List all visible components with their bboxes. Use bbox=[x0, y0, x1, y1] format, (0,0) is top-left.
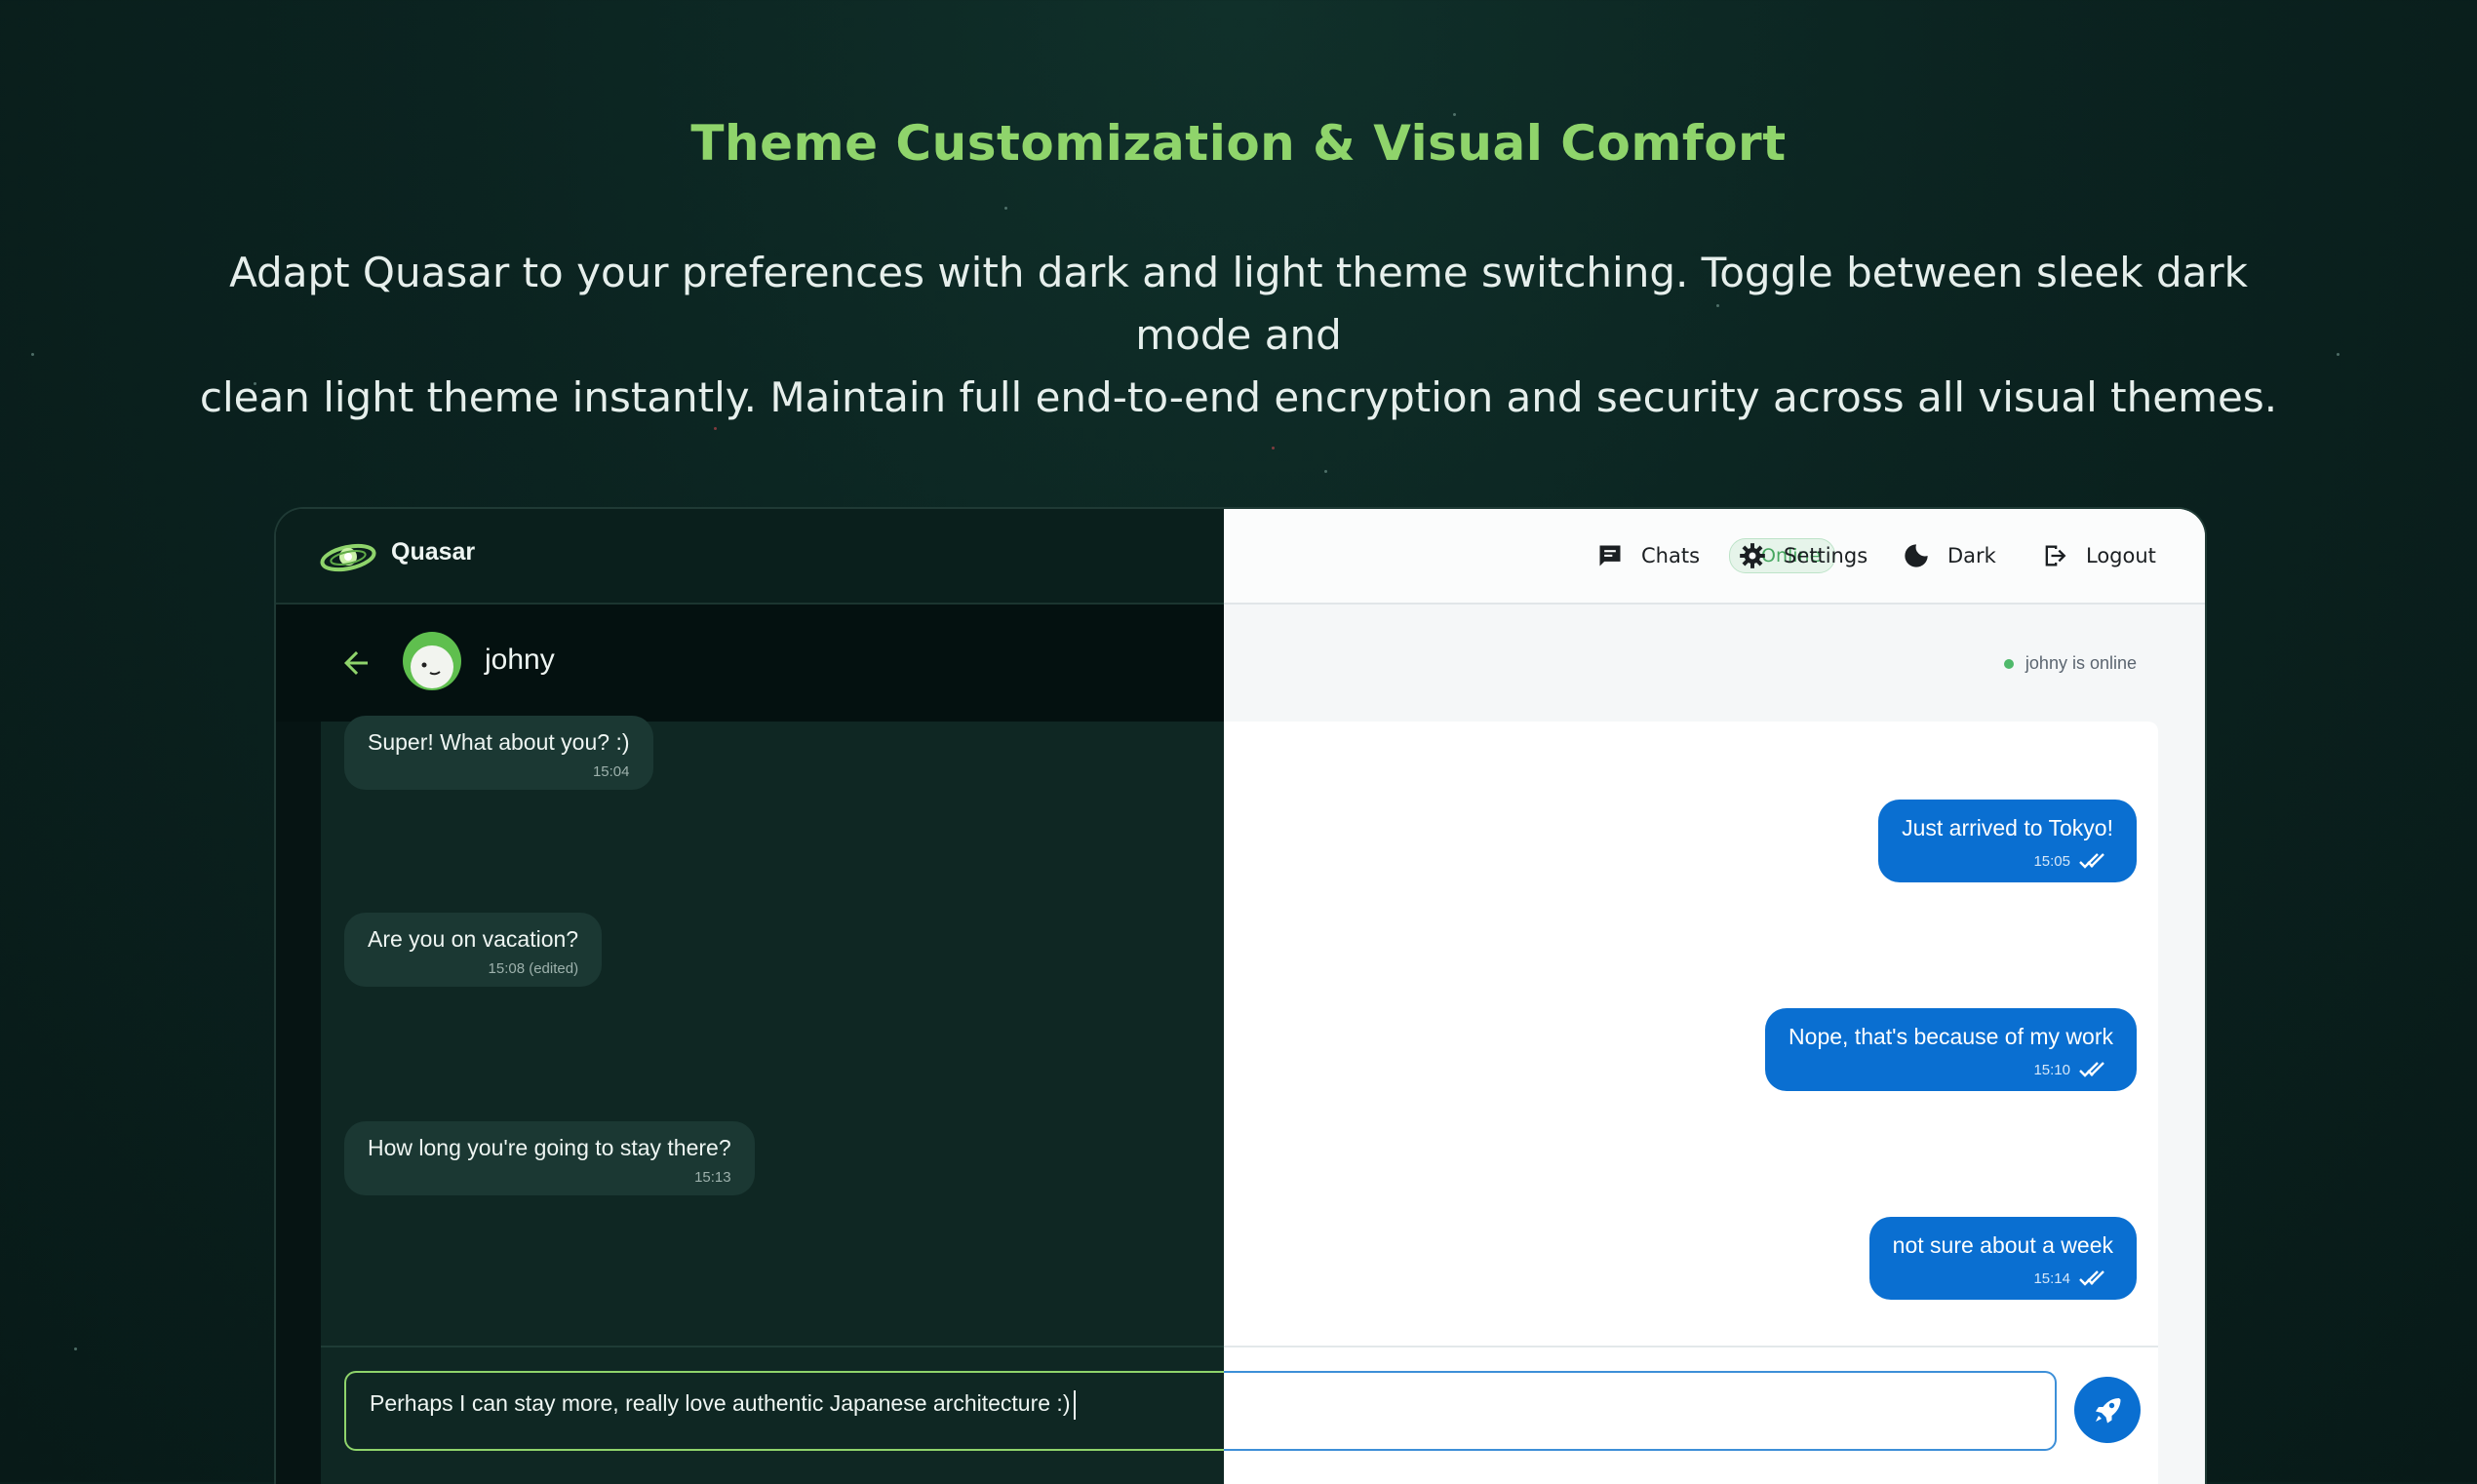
nav-chats-label: Chats bbox=[1641, 544, 1701, 567]
text-caret bbox=[1074, 1390, 1077, 1420]
avatar-face-icon bbox=[411, 645, 453, 688]
outgoing-message[interactable]: not sure about a week 15:14 bbox=[1868, 1217, 2137, 1300]
message-text: Nope, that's because of my work bbox=[1789, 1024, 2113, 1049]
message-meta: 15:10 bbox=[1789, 1060, 2113, 1079]
logout-label: Logout bbox=[2086, 544, 2156, 567]
nav-settings-label: Settings bbox=[1784, 544, 1868, 567]
gear-icon bbox=[1740, 543, 1765, 568]
message-time: 15:04 bbox=[592, 763, 630, 780]
description-line: Adapt Quasar to your preferences with da… bbox=[229, 249, 2248, 359]
outgoing-message[interactable]: Just arrived to Tokyo! 15:05 bbox=[1878, 800, 2137, 882]
message-meta: 15:05 bbox=[1902, 851, 2113, 871]
decor-star bbox=[74, 1347, 77, 1350]
double-check-icon bbox=[2079, 853, 2104, 869]
message-time: 15:08 (edited) bbox=[488, 960, 579, 977]
online-status-text: johny is online bbox=[2025, 653, 2137, 673]
message-text: not sure about a week bbox=[1892, 1232, 2113, 1258]
avatar[interactable] bbox=[403, 632, 461, 690]
galaxy-logo-icon[interactable] bbox=[319, 532, 377, 579]
nav-chats-button[interactable]: Chats bbox=[1596, 536, 1700, 575]
message-time: 15:10 bbox=[2033, 1061, 2070, 1078]
moon-icon bbox=[1905, 544, 1928, 567]
decor-star bbox=[1272, 447, 1275, 449]
app-window: Quasar Online Chats Settings Dark Logout… bbox=[274, 507, 2207, 1484]
message-text: Just arrived to Tokyo! bbox=[1902, 815, 2113, 840]
section-description: Adapt Quasar to your preferences with da… bbox=[195, 242, 2282, 429]
decor-star bbox=[1004, 207, 1007, 210]
message-text: How long you're going to stay there? bbox=[368, 1135, 731, 1160]
arrow-left-icon[interactable] bbox=[338, 645, 374, 681]
message-text: Are you on vacation? bbox=[368, 926, 579, 952]
online-dot bbox=[2003, 658, 2014, 669]
theme-toggle-label: Dark bbox=[1947, 544, 1996, 567]
decor-star bbox=[31, 353, 34, 356]
message-meta: 15:14 bbox=[1893, 1269, 2113, 1288]
logout-button[interactable]: Logout bbox=[2041, 536, 2156, 575]
decor-star bbox=[1324, 470, 1327, 473]
message-time: 15:05 bbox=[2033, 852, 2070, 870]
contact-name[interactable]: johny bbox=[485, 644, 555, 677]
nav-settings-button[interactable]: Settings bbox=[1739, 536, 1868, 575]
message-text: Super! What about you? :) bbox=[368, 729, 630, 755]
message-list-dark[interactable] bbox=[321, 722, 1224, 1346]
contact-online-status: johny is online bbox=[2003, 653, 2137, 674]
message-time: 15:14 bbox=[2033, 1269, 2070, 1287]
chat-icon bbox=[1599, 545, 1621, 566]
send-button[interactable] bbox=[2074, 1377, 2141, 1443]
double-check-icon bbox=[2079, 1270, 2104, 1286]
theme-toggle-button[interactable]: Dark bbox=[1903, 536, 1996, 575]
incoming-message[interactable]: How long you're going to stay there? 15:… bbox=[344, 1121, 755, 1195]
outgoing-message[interactable]: Nope, that's because of my work 15:10 bbox=[1765, 1008, 2137, 1091]
decor-star bbox=[2337, 353, 2339, 356]
double-check-icon bbox=[2079, 1062, 2104, 1077]
message-input-text: Perhaps I can stay more, really love aut… bbox=[370, 1390, 1071, 1417]
message-input-light-part[interactable] bbox=[1224, 1371, 2057, 1451]
incoming-message[interactable]: Are you on vacation? 15:08 (edited) bbox=[344, 913, 603, 987]
description-line: clean light theme instantly. Maintain fu… bbox=[199, 373, 2278, 421]
message-time: 15:13 bbox=[694, 1169, 731, 1186]
message-input-value[interactable]: Perhaps I can stay more, really love aut… bbox=[370, 1390, 1077, 1420]
brand-name: Quasar bbox=[391, 538, 476, 566]
rocket-icon bbox=[2096, 1398, 2121, 1424]
logout-icon bbox=[2045, 545, 2066, 566]
section-title: Theme Customization & Visual Comfort bbox=[690, 115, 1787, 172]
incoming-message[interactable]: Super! What about you? :) 15:04 bbox=[344, 716, 653, 790]
